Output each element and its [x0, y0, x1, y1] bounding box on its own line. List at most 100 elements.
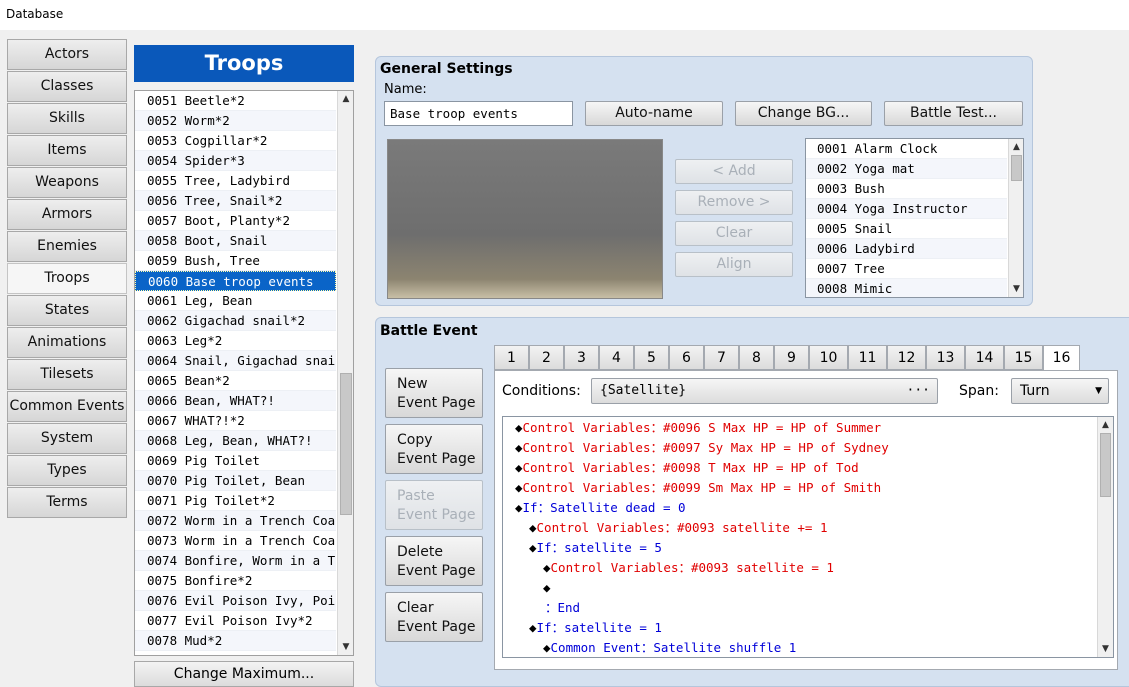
clear-enemies-button[interactable]: Clear [675, 221, 793, 246]
scroll-up-arrow-icon[interactable]: ▲ [1098, 417, 1113, 433]
conditions-field[interactable]: {Satellite} ··· [591, 378, 938, 404]
tab-page-14[interactable]: 14 [965, 345, 1004, 370]
more-icon[interactable]: ··· [907, 379, 930, 403]
event-command-line[interactable]: ◆Control Variables：#0093 satellite = 1 [503, 558, 1113, 578]
tab-page-8[interactable]: 8 [739, 345, 774, 370]
troop-list-item[interactable]: 0063 Leg*2 [135, 331, 336, 351]
battle-background-preview[interactable] [387, 139, 663, 299]
paste-event-page-button[interactable]: Paste Event Page [385, 480, 483, 530]
new-event-page-button[interactable]: New Event Page [385, 368, 483, 418]
troop-list-item[interactable]: 0061 Leg, Bean [135, 291, 336, 311]
category-weapons-button[interactable]: Weapons [7, 167, 127, 198]
scroll-up-arrow-icon[interactable]: ▲ [338, 91, 353, 107]
event-command-list[interactable]: ◆Control Variables：#0096 S Max HP = HP o… [502, 416, 1114, 658]
clear-event-page-button[interactable]: Clear Event Page [385, 592, 483, 642]
troop-list-item[interactable]: 0058 Boot, Snail [135, 231, 336, 251]
tab-page-7[interactable]: 7 [704, 345, 739, 370]
tab-page-6[interactable]: 6 [669, 345, 704, 370]
troop-list-item[interactable]: 0062 Gigachad snail*2 [135, 311, 336, 331]
troop-list-item[interactable]: 0072 Worm in a Trench Coa··· [135, 511, 336, 531]
troop-list-item[interactable]: 0052 Worm*2 [135, 111, 336, 131]
delete-event-page-button[interactable]: Delete Event Page [385, 536, 483, 586]
troop-list-item[interactable]: 0065 Bean*2 [135, 371, 336, 391]
scroll-thumb[interactable] [1100, 433, 1111, 497]
change-bg-button[interactable]: Change BG... [735, 101, 872, 126]
troop-list-item[interactable]: 0051 Beetle*2 [135, 91, 336, 111]
scroll-thumb[interactable] [1011, 155, 1022, 181]
tab-page-16[interactable]: 16 [1043, 345, 1080, 371]
scroll-up-arrow-icon[interactable]: ▲ [1009, 139, 1023, 155]
enemy-list-item[interactable]: 0003 Bush [806, 179, 1007, 199]
category-common-events-button[interactable]: Common Events [7, 391, 127, 422]
category-tilesets-button[interactable]: Tilesets [7, 359, 127, 390]
troop-list-item[interactable]: 0055 Tree, Ladybird [135, 171, 336, 191]
command-list-scrollbar[interactable]: ▲ ▼ [1097, 417, 1113, 657]
tab-page-11[interactable]: 11 [848, 345, 887, 370]
event-command-line[interactable]: ◆Control Variables：#0098 T Max HP = HP o… [503, 458, 1113, 478]
category-troops-button[interactable]: Troops [7, 263, 127, 294]
category-armors-button[interactable]: Armors [7, 199, 127, 230]
event-command-line[interactable]: ◆If：satellite = 5 [503, 538, 1113, 558]
tab-page-4[interactable]: 4 [599, 345, 634, 370]
tab-page-13[interactable]: 13 [926, 345, 965, 370]
troop-list-item[interactable]: 0067 WHAT?!*2 [135, 411, 336, 431]
enemy-list-scrollbar[interactable]: ▲ ▼ [1008, 139, 1023, 297]
troop-list-item[interactable]: 0066 Bean, WHAT?! [135, 391, 336, 411]
category-states-button[interactable]: States [7, 295, 127, 326]
troop-list-item[interactable]: 0074 Bonfire, Worm in a T··· [135, 551, 336, 571]
enemy-list-item[interactable]: 0002 Yoga mat [806, 159, 1007, 179]
troop-list-item[interactable]: 0059 Bush, Tree [135, 251, 336, 271]
troop-list-item[interactable]: 0070 Pig Toilet, Bean [135, 471, 336, 491]
copy-event-page-button[interactable]: Copy Event Page [385, 424, 483, 474]
category-classes-button[interactable]: Classes [7, 71, 127, 102]
scroll-thumb[interactable] [340, 373, 352, 515]
enemy-list[interactable]: 0001 Alarm Clock 0002 Yoga mat 0003 Bush 00… [805, 138, 1024, 298]
enemy-list-item[interactable]: 0008 Mimic [806, 279, 1007, 297]
category-system-button[interactable]: System [7, 423, 127, 454]
category-terms-button[interactable]: Terms [7, 487, 127, 518]
troop-list-item[interactable]: 0077 Evil Poison Ivy*2 [135, 611, 336, 631]
tab-page-10[interactable]: 10 [809, 345, 848, 370]
troop-list-item[interactable]: 0053 Cogpillar*2 [135, 131, 336, 151]
tab-page-3[interactable]: 3 [564, 345, 599, 370]
name-field[interactable]: Base troop events [384, 101, 573, 126]
tab-page-15[interactable]: 15 [1004, 345, 1043, 370]
tab-page-12[interactable]: 12 [887, 345, 926, 370]
troop-list-item[interactable]: 0060 Base troop events [135, 271, 336, 291]
enemy-list-item[interactable]: 0005 Snail [806, 219, 1007, 239]
battle-test-button[interactable]: Battle Test... [884, 101, 1023, 126]
align-enemies-button[interactable]: Align [675, 252, 793, 277]
category-enemies-button[interactable]: Enemies [7, 231, 127, 262]
add-enemy-button[interactable]: < Add [675, 159, 793, 184]
event-command-line[interactable]: ◆If：Satellite dead = 0 [503, 498, 1113, 518]
troop-list-item[interactable]: 0076 Evil Poison Ivy, Poi··· [135, 591, 336, 611]
tab-page-9[interactable]: 9 [774, 345, 809, 370]
category-animations-button[interactable]: Animations [7, 327, 127, 358]
troop-list-item[interactable]: 0078 Mud*2 [135, 631, 336, 651]
category-actors-button[interactable]: Actors [7, 39, 127, 70]
remove-enemy-button[interactable]: Remove > [675, 190, 793, 215]
troop-list-item[interactable]: 0064 Snail, Gigachad snail [135, 351, 336, 371]
troop-list-item[interactable]: 0056 Tree, Snail*2 [135, 191, 336, 211]
category-items-button[interactable]: Items [7, 135, 127, 166]
scroll-down-arrow-icon[interactable]: ▼ [1098, 641, 1113, 657]
enemy-list-item[interactable]: 0006 Ladybird [806, 239, 1007, 259]
enemy-list-item[interactable]: 0001 Alarm Clock [806, 139, 1007, 159]
event-command-line[interactable]: ：End [503, 598, 1113, 618]
troop-list-item[interactable]: 0075 Bonfire*2 [135, 571, 336, 591]
change-maximum-button[interactable]: Change Maximum... [134, 661, 354, 687]
troop-list-item[interactable]: 0073 Worm in a Trench Coa··· [135, 531, 336, 551]
event-command-line[interactable]: ◆ [503, 578, 1113, 598]
event-command-line[interactable]: ◆Control Variables：#0097 Sy Max HP = HP … [503, 438, 1113, 458]
troop-list-scrollbar[interactable]: ▲ ▼ [337, 91, 353, 655]
category-skills-button[interactable]: Skills [7, 103, 127, 134]
troop-list-item[interactable]: 0071 Pig Toilet*2 [135, 491, 336, 511]
troop-list-item[interactable]: 0057 Boot, Planty*2 [135, 211, 336, 231]
troop-list-item[interactable]: 0069 Pig Toilet [135, 451, 336, 471]
scroll-down-arrow-icon[interactable]: ▼ [338, 639, 353, 655]
troop-list[interactable]: 0051 Beetle*2 0052 Worm*2 0053 Cogpillar*2… [134, 90, 354, 656]
event-command-line[interactable]: ◆Control Variables：#0093 satellite += 1 [503, 518, 1113, 538]
span-select[interactable]: Turn ▼ [1011, 378, 1109, 404]
scroll-down-arrow-icon[interactable]: ▼ [1009, 281, 1023, 297]
tab-page-1[interactable]: 1 [494, 345, 529, 370]
